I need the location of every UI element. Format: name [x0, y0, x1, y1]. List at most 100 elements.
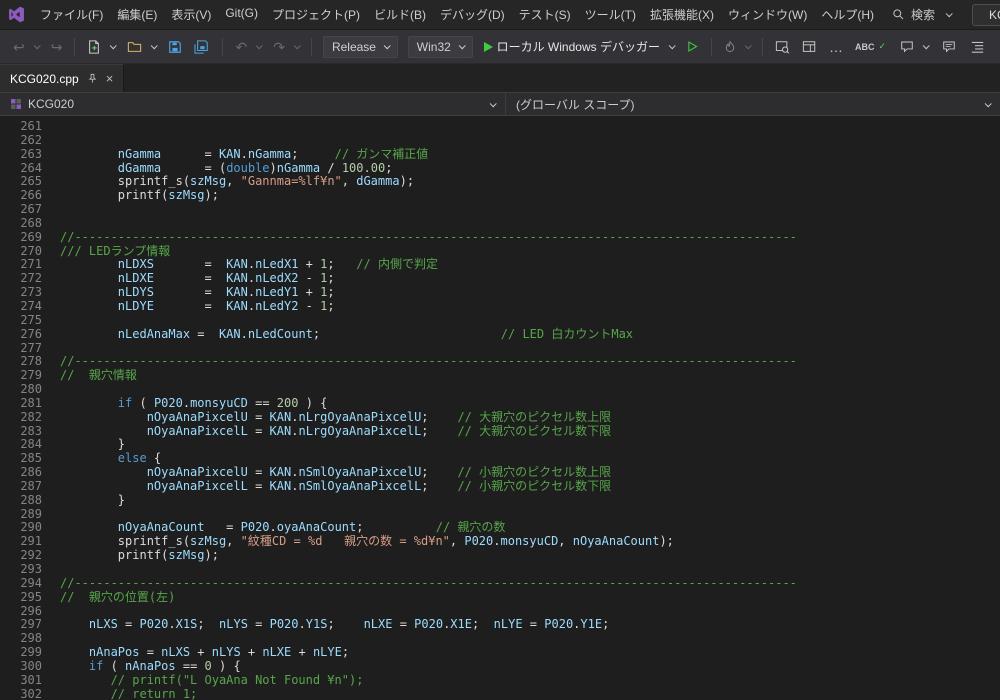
code-text: nOyaAnaPixcelU = KAN.nSmlOyaAnaPixcelU; … [52, 466, 611, 480]
menu-item-10[interactable]: ウィンドウ(W) [721, 2, 814, 27]
code-line[interactable]: 264 dGamma = (double)nGamma / 100.00; [0, 162, 1000, 176]
redo-icon: ↷ [273, 40, 285, 54]
show-comments-button[interactable] [895, 36, 933, 57]
save-all-button[interactable] [189, 36, 215, 58]
code-line[interactable]: 279// 親穴情報 [0, 369, 1000, 383]
code-line[interactable]: 277 [0, 342, 1000, 356]
platform-value: Win32 [417, 40, 451, 54]
close-icon[interactable]: × [106, 71, 114, 86]
save-button[interactable] [163, 36, 187, 58]
new-file-icon [87, 40, 101, 54]
search-box[interactable]: 検索 [882, 3, 961, 26]
menu-item-7[interactable]: テスト(S) [512, 2, 578, 27]
menu-item-2[interactable]: 表示(V) [164, 2, 218, 27]
code-line[interactable]: 298 [0, 632, 1000, 646]
code-line[interactable]: 283 nOyaAnaPixcelL = KAN.nLrgOyaAnaPixce… [0, 425, 1000, 439]
visual-studio-logo-icon [8, 6, 26, 24]
solution-name-box[interactable]: KCG020 [972, 4, 1000, 26]
start-debugging-button[interactable]: ローカル Windows デバッガー [479, 34, 679, 59]
project-scope-dropdown[interactable]: KCG020 [0, 93, 505, 115]
code-line[interactable]: 272 nLDXE = KAN.nLedX2 - 1; [0, 272, 1000, 286]
task-comments-button[interactable] [937, 36, 961, 57]
code-line[interactable]: 281 if ( P020.monsyuCD == 200 ) { [0, 397, 1000, 411]
code-line[interactable]: 286 nOyaAnaPixcelU = KAN.nSmlOyaAnaPixce… [0, 466, 1000, 480]
code-line[interactable]: 291 sprintf_s(szMsg, "紋種CD = %d 親穴の数 = %… [0, 535, 1000, 549]
tab-kcg020-cpp[interactable]: KCG020.cpp × [0, 64, 124, 92]
code-line[interactable]: 275 [0, 314, 1000, 328]
navigate-back-button[interactable]: ↩ [8, 36, 44, 58]
code-line[interactable]: 274 nLDYE = KAN.nLedY2 - 1; [0, 300, 1000, 314]
code-line[interactable]: 292 printf(szMsg); [0, 549, 1000, 563]
menu-item-9[interactable]: 拡張機能(X) [643, 2, 721, 27]
code-line[interactable]: 287 nOyaAnaPixcelL = KAN.nSmlOyaAnaPixce… [0, 480, 1000, 494]
configuration-dropdown[interactable]: Release [323, 36, 398, 58]
code-editor[interactable]: 261262263 nGamma = KAN.nGamma; // ガンマ補正値… [0, 116, 1000, 700]
navigate-forward-button[interactable]: ↪ [46, 36, 68, 58]
code-line[interactable]: 282 nOyaAnaPixcelU = KAN.nLrgOyaAnaPixce… [0, 411, 1000, 425]
redo-button[interactable]: ↷ [268, 36, 304, 58]
code-line[interactable]: 263 nGamma = KAN.nGamma; // ガンマ補正値 [0, 148, 1000, 162]
menu-item-11[interactable]: ヘルプ(H) [814, 2, 881, 27]
code-text: if ( P020.monsyuCD == 200 ) { [52, 397, 327, 411]
code-text: nLDYE = KAN.nLedY2 - 1; [52, 300, 335, 314]
line-number: 296 [0, 605, 52, 619]
find-in-code-button[interactable] [770, 36, 795, 58]
menu-item-4[interactable]: プロジェクト(P) [265, 2, 367, 27]
chevron-down-icon [923, 42, 930, 49]
code-text [52, 508, 60, 522]
line-number: 268 [0, 217, 52, 231]
code-line[interactable]: 288 } [0, 494, 1000, 508]
chevron-down-icon [490, 100, 497, 107]
menu-item-3[interactable]: Git(G) [218, 2, 265, 27]
code-line[interactable]: 273 nLDYS = KAN.nLedY1 + 1; [0, 286, 1000, 300]
code-line[interactable]: 267 [0, 203, 1000, 217]
line-number: 266 [0, 189, 52, 203]
code-text: nAnaPos = nLXS + nLYS + nLXE + nLYE; [52, 646, 349, 660]
code-line[interactable]: 302 // return 1; [0, 688, 1000, 700]
code-line[interactable]: 262 [0, 134, 1000, 148]
line-number: 275 [0, 314, 52, 328]
code-text: // return 1; [52, 688, 197, 700]
code-line[interactable]: 300 if ( nAnaPos == 0 ) { [0, 660, 1000, 674]
code-line[interactable]: 265 sprintf_s(szMsg, "Gannma=%lf¥n", dGa… [0, 175, 1000, 189]
spell-check-button[interactable]: ABC ✓ [850, 37, 891, 56]
code-line[interactable]: 284 } [0, 438, 1000, 452]
menu-item-5[interactable]: ビルド(B) [367, 2, 433, 27]
platform-dropdown[interactable]: Win32 [408, 36, 473, 58]
chevron-down-icon [985, 100, 992, 107]
code-line[interactable]: 295// 親穴の位置(左) [0, 591, 1000, 605]
spell-check-icon: ABC [855, 42, 875, 52]
start-without-debugging-button[interactable] [681, 36, 704, 57]
code-line[interactable]: 276 nLedAnaMax = KAN.nLedCount; // LED 白… [0, 328, 1000, 342]
code-text: nOyaAnaPixcelL = KAN.nLrgOyaAnaPixcelL; … [52, 425, 611, 439]
menu-item-8[interactable]: ツール(T) [578, 2, 643, 27]
menu-item-6[interactable]: デバッグ(D) [433, 2, 512, 27]
code-line[interactable]: 296 [0, 605, 1000, 619]
hot-reload-button[interactable] [719, 36, 755, 58]
menu-item-0[interactable]: ファイル(F) [33, 2, 110, 27]
code-line[interactable]: 269//-----------------------------------… [0, 231, 1000, 245]
window-layout-button[interactable] [797, 36, 822, 58]
code-line[interactable]: 293 [0, 563, 1000, 577]
debug-target-label: ローカル Windows デバッガー [497, 38, 660, 55]
code-line[interactable]: 271 nLDXS = KAN.nLedX1 + 1; // 内側で判定 [0, 258, 1000, 272]
code-line[interactable]: 299 nAnaPos = nLXS + nLYS + nLXE + nLYE; [0, 646, 1000, 660]
code-line[interactable]: 266 printf(szMsg); [0, 189, 1000, 203]
pin-icon[interactable] [87, 73, 98, 84]
code-line[interactable]: 294//-----------------------------------… [0, 577, 1000, 591]
code-line[interactable]: 280 [0, 383, 1000, 397]
code-line[interactable]: 268 [0, 217, 1000, 231]
code-line[interactable]: 297 nLXS = P020.X1S; nLYS = P020.Y1S; nL… [0, 618, 1000, 632]
document-outline-button[interactable] [965, 36, 990, 57]
open-file-button[interactable] [122, 36, 161, 58]
code-line[interactable]: 261 [0, 120, 1000, 134]
code-line[interactable]: 301 // printf("L OyaAna Not Found ¥n"); [0, 674, 1000, 688]
line-number: 281 [0, 397, 52, 411]
add-new-item-button[interactable] [82, 36, 120, 58]
code-search-icon [775, 40, 790, 54]
menu-item-1[interactable]: 編集(E) [110, 2, 164, 27]
undo-button[interactable]: ↶ [230, 36, 266, 58]
scope-dropdown[interactable]: (グローバル スコープ) [506, 93, 1000, 115]
toolbar-overflow-button[interactable]: … [824, 36, 848, 58]
code-line[interactable]: 278//-----------------------------------… [0, 355, 1000, 369]
